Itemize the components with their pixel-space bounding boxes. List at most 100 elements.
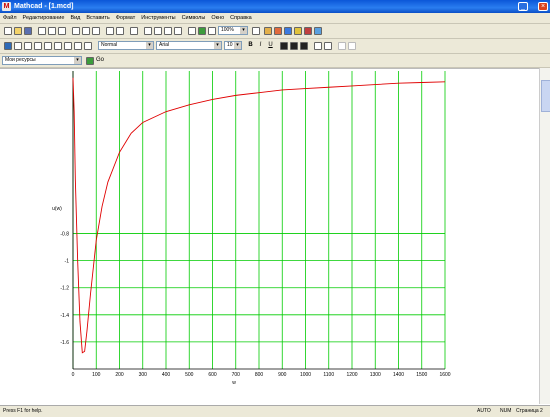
- component-icon[interactable]: [208, 27, 216, 35]
- font-size-select[interactable]: 10 ▾: [224, 41, 242, 50]
- align-center-icon[interactable]: [290, 42, 298, 50]
- cut-icon[interactable]: [72, 27, 80, 35]
- calculus-palette-icon[interactable]: [304, 27, 312, 35]
- menu-window[interactable]: Окно: [208, 13, 227, 22]
- new-document-icon[interactable]: [4, 27, 12, 35]
- formatting-toolbar: Normal ▾ Arial ▾ 10 ▾ B I U: [0, 39, 550, 54]
- x-tick-label: 1200: [346, 372, 357, 378]
- align-right-icon[interactable]: [300, 42, 308, 50]
- style-value: Normal: [101, 42, 118, 48]
- insert-unit-icon[interactable]: [174, 27, 182, 35]
- toolbox-icon[interactable]: [264, 27, 272, 35]
- align-left-icon[interactable]: [280, 42, 288, 50]
- status-bar: Press F1 for help. AUTO NUM Страница 2: [0, 405, 550, 417]
- underline-button[interactable]: U: [266, 41, 275, 50]
- chevron-down-icon: ▾: [240, 27, 247, 34]
- bullets-icon[interactable]: [314, 42, 322, 50]
- bold-button[interactable]: B: [246, 41, 255, 50]
- y-tick-label: -1.6: [60, 340, 69, 346]
- x-tick-label: 200: [115, 372, 124, 378]
- programming-toolbar-icon[interactable]: [64, 42, 72, 50]
- insert-graph-icon[interactable]: [144, 27, 152, 35]
- x-tick-label: 800: [255, 372, 264, 378]
- insert-hyperlink-icon[interactable]: [198, 27, 206, 35]
- y-tick-label: -1: [65, 259, 70, 265]
- spell-check-icon[interactable]: [58, 27, 66, 35]
- italic-button[interactable]: I: [256, 41, 265, 50]
- menu-insert[interactable]: Вставить: [83, 13, 112, 22]
- redo-icon[interactable]: [116, 27, 124, 35]
- align-icon[interactable]: [130, 27, 138, 35]
- numbering-icon[interactable]: [324, 42, 332, 50]
- matrix-palette-icon[interactable]: [294, 27, 302, 35]
- x-tick-label: 400: [162, 372, 171, 378]
- x-tick-label: 1600: [439, 372, 450, 378]
- menu-file[interactable]: Файл: [0, 13, 20, 22]
- calculus-toolbar-icon[interactable]: [44, 42, 52, 50]
- chevron-down-icon: ▾: [214, 42, 221, 49]
- scrollbar-thumb[interactable]: [541, 80, 550, 112]
- math-palette-icon[interactable]: [274, 27, 282, 35]
- insert-matrix-icon[interactable]: [154, 27, 162, 35]
- x-tick-label: 1400: [393, 372, 404, 378]
- save-icon[interactable]: [24, 27, 32, 35]
- x-tick-label: 700: [232, 372, 241, 378]
- mathcad-app-icon[interactable]: M: [2, 2, 11, 11]
- copy-icon[interactable]: [82, 27, 90, 35]
- zoom-select[interactable]: 100% ▾: [218, 26, 248, 35]
- y-tick-label: -0.8: [60, 232, 69, 238]
- graph-palette-icon[interactable]: [284, 27, 292, 35]
- boolean-toolbar-icon[interactable]: [54, 42, 62, 50]
- x-axis-label: w: [232, 380, 236, 386]
- status-page: Страница 2: [516, 408, 543, 414]
- minimize-button[interactable]: _: [518, 2, 528, 11]
- paste-icon[interactable]: [92, 27, 100, 35]
- font-size-value: 10: [227, 42, 233, 48]
- menu-bar: Файл Редактирование Вид Вставить Формат Инстр…: [0, 13, 550, 24]
- menu-view[interactable]: Вид: [67, 13, 83, 22]
- resources-value: Мои ресурсы: [5, 57, 36, 63]
- x-tick-label: 1000: [300, 372, 311, 378]
- print-icon[interactable]: [38, 27, 46, 35]
- x-tick-label: 1500: [416, 372, 427, 378]
- insert-function-icon[interactable]: [164, 27, 172, 35]
- menu-symbolics[interactable]: Символы: [179, 13, 209, 22]
- calculate-icon[interactable]: [188, 27, 196, 35]
- subscript-icon[interactable]: [338, 42, 346, 50]
- undo-icon[interactable]: [106, 27, 114, 35]
- style-select[interactable]: Normal ▾: [98, 41, 154, 50]
- symbolic-toolbar-icon[interactable]: [84, 42, 92, 50]
- y-tick-label: -1.4: [60, 313, 69, 319]
- evaluation-toolbar-icon[interactable]: [34, 42, 42, 50]
- menu-format[interactable]: Формат: [113, 13, 139, 22]
- open-folder-icon[interactable]: [14, 27, 22, 35]
- vertical-scrollbar[interactable]: [539, 68, 550, 404]
- matrix-toolbar-icon[interactable]: [24, 42, 32, 50]
- line-chart[interactable]: 0 100 200 300 400 500 600 700 800 900 1000 1100 1200…: [0, 69, 539, 405]
- worksheet-area[interactable]: 0 100 200 300 400 500 600 700 800 900 1000 1100 1200…: [0, 68, 539, 405]
- print-preview-icon[interactable]: [48, 27, 56, 35]
- x-tick-label: 100: [92, 372, 101, 378]
- font-value: Arial: [159, 42, 170, 48]
- go-icon[interactable]: [86, 57, 94, 65]
- y-tick-label: -1.2: [60, 286, 69, 292]
- resources-icon[interactable]: [252, 27, 260, 35]
- menu-edit[interactable]: Редактирование: [20, 13, 68, 22]
- superscript-icon[interactable]: [348, 42, 356, 50]
- x-tick-label: 0: [72, 372, 75, 378]
- go-button[interactable]: Go: [94, 56, 106, 65]
- status-auto: AUTO: [477, 408, 491, 414]
- close-button[interactable]: ×: [538, 2, 548, 11]
- x-tick-label: 500: [185, 372, 194, 378]
- x-tick-label: 600: [208, 372, 217, 378]
- menu-help[interactable]: Справка: [227, 13, 255, 22]
- font-select[interactable]: Arial ▾: [156, 41, 222, 50]
- help-icon[interactable]: [314, 27, 322, 35]
- resources-select[interactable]: Мои ресурсы ▾: [2, 56, 82, 65]
- x-tick-label: 1300: [370, 372, 381, 378]
- greek-toolbar-icon[interactable]: [74, 42, 82, 50]
- calculator-palette-icon[interactable]: [4, 42, 12, 50]
- y-axis-label: u(w): [52, 206, 62, 212]
- graph-toolbar-icon[interactable]: [14, 42, 22, 50]
- menu-tools[interactable]: Инструменты: [138, 13, 178, 22]
